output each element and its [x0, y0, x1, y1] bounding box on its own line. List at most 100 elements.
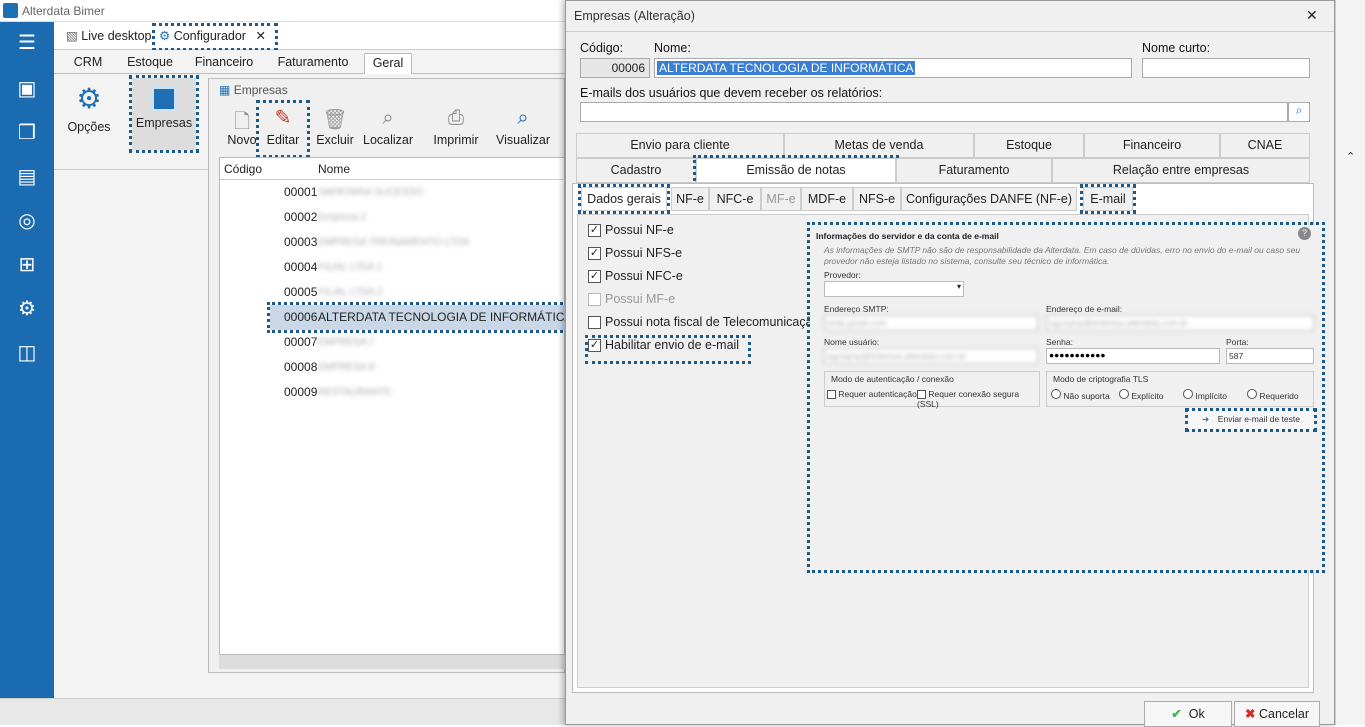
table-row[interactable]: 00002 Empresa 2	[220, 205, 566, 230]
localizar-button[interactable]: ⌕ Localizar	[363, 107, 413, 147]
checked-box-icon: ✓	[588, 339, 601, 353]
tab-faturamento[interactable]: Faturamento	[896, 158, 1052, 183]
visualizar-button[interactable]: ⌕ Visualizar	[495, 107, 551, 147]
apps-icon[interactable]: ◫	[14, 340, 40, 366]
opcoes-button[interactable]: ⚙ Opções	[62, 82, 116, 148]
boxes-icon[interactable]: ❒	[14, 120, 40, 146]
tab-faturamento[interactable]: Faturamento	[268, 53, 358, 74]
tls-nao-suporta[interactable]: Não suporta	[1051, 389, 1110, 401]
tab-crm[interactable]: CRM	[64, 53, 112, 74]
enviar-teste-button[interactable]: ➜ Enviar e-mail de teste	[1185, 408, 1317, 432]
row-code: 00001	[284, 185, 318, 199]
coins-icon[interactable]: ◎	[14, 208, 40, 234]
cancel-button[interactable]: ✖ Cancelar	[1234, 701, 1320, 727]
emails-field[interactable]	[580, 102, 1288, 122]
checkbox-label: Possui NFC-e	[605, 269, 683, 283]
tab-cnae[interactable]: CNAE	[1220, 133, 1310, 158]
editar-button[interactable]: ✎ Editar	[256, 100, 310, 158]
tab-financeiro[interactable]: Financeiro	[190, 53, 258, 74]
nome-field[interactable]: ALTERDATA TECNOLOGIA DE INFORMÁTICA	[654, 58, 1132, 78]
excluir-button[interactable]: 🗑 Excluir	[315, 107, 355, 147]
dialog-close-icon[interactable]: ✕	[1306, 7, 1318, 24]
tls-requerido[interactable]: Requerido	[1247, 389, 1299, 401]
table-row[interactable]: 00008 EMPRESA 8	[220, 355, 566, 380]
tab-emissao-notas[interactable]: Emissão de notas	[693, 155, 899, 186]
checkbox-item[interactable]: ✓ Possui NFC-e	[588, 269, 818, 292]
gear-icon: ⚙	[159, 29, 171, 43]
subtab-nfse[interactable]: NFS-e	[853, 187, 901, 211]
row-name: RESTAURANTE	[318, 387, 392, 398]
subtab-nfce[interactable]: NFC-e	[709, 187, 761, 211]
table-row[interactable]: 00003 EMPRESA TREINAMENTO LTDA	[220, 230, 566, 255]
emails-label: E-mails dos usuários que devem receber o…	[580, 86, 883, 100]
tab-cadastro[interactable]: Cadastro	[576, 158, 696, 183]
smtp-field[interactable]: smtp.gmail.com	[824, 315, 1038, 331]
auth-requer-autenticacao[interactable]: Requer autenticação	[827, 389, 917, 400]
email-field[interactable]: sgyoqmp@tintemas.alterdata.com.br	[1046, 315, 1314, 331]
menu-icon[interactable]: ☰	[14, 30, 40, 56]
ok-button[interactable]: ✔ Ok	[1144, 701, 1232, 727]
tab-estoque[interactable]: Estoque	[120, 53, 180, 74]
settings-icon[interactable]: ⚙	[14, 296, 40, 322]
table-row[interactable]: 00009 RESTAURANTE	[220, 380, 566, 405]
subtab-mdfe[interactable]: MDF-e	[801, 187, 853, 211]
checkbox-item[interactable]: ✓ Habilitar envio de e-mail	[585, 335, 751, 364]
tab-envio-cliente[interactable]: Envio para cliente	[576, 133, 784, 158]
tab-estoque[interactable]: Estoque	[974, 133, 1084, 158]
imprimir-button[interactable]: ⎙ Imprimir	[431, 107, 481, 147]
subtab-nfe[interactable]: NF-e	[671, 187, 709, 211]
tls-implicito[interactable]: Implícito	[1183, 389, 1227, 401]
col-codigo[interactable]: Código	[224, 162, 262, 176]
x-icon: ✖	[1245, 707, 1256, 721]
subtab-dados-gerais[interactable]: Dados gerais	[578, 184, 670, 214]
tab-relacao-empresas[interactable]: Relação entre empresas	[1052, 158, 1310, 183]
usuario-field[interactable]: sgyoqmp@tintemas.alterdata.com.br	[824, 348, 1038, 364]
empresas-button[interactable]: Empresas	[129, 75, 199, 153]
help-icon[interactable]: ?	[1298, 227, 1311, 240]
printer-icon: ⎙	[448, 107, 464, 129]
checkbox-item[interactable]: ✓ Possui NFS-e	[588, 246, 818, 269]
tab-geral[interactable]: Geral	[364, 53, 412, 74]
auth-requer-ssl[interactable]: Requer conexão segura (SSL)	[917, 389, 1039, 409]
auth-group-title: Modo de autenticação / conexão	[831, 374, 954, 384]
provedor-select[interactable]: ▾	[824, 281, 964, 297]
contacts-icon[interactable]: ▣	[14, 76, 40, 102]
tls-explicito[interactable]: Explícito	[1119, 389, 1164, 401]
network-icon[interactable]: ⊞	[14, 252, 40, 278]
status-bar	[0, 698, 565, 725]
checkbox-item[interactable]: ✓ Possui NF-e	[588, 223, 818, 246]
porta-field[interactable]: 587	[1226, 348, 1314, 364]
table-row[interactable]: 00004 FILIAL LTDA 1	[220, 255, 566, 280]
table-row[interactable]: 00006 ALTERDATA TECNOLOGIA DE INFORMÁTICA	[267, 302, 572, 333]
grid-scrollbar[interactable]	[219, 655, 565, 669]
check-icon: ✔	[1171, 707, 1182, 721]
email-panel-title: Informações do servidor e da conta de e-…	[816, 231, 999, 241]
empresas-window: ▦ Empresas 🗋 Novo ✎ Editar 🗑 Excluir ⌕ Local…	[208, 78, 572, 673]
col-nome[interactable]: Nome	[318, 162, 350, 176]
row-name: FILIAL LTDA 2	[318, 287, 383, 298]
finance-doc-icon[interactable]: ▤	[14, 164, 40, 190]
subtab-danfe[interactable]: Configurações DANFE (NF-e)	[901, 187, 1077, 211]
table-row[interactable]: 00005 FILIAL LTDA 2	[220, 280, 566, 305]
search-icon[interactable]: ⌕	[1288, 102, 1310, 122]
table-row[interactable]: 00007 EMPRESA 7	[220, 330, 566, 355]
row-code: 00006	[284, 310, 318, 324]
subtab-email[interactable]: E-mail	[1080, 184, 1136, 214]
ribbon-tabs: CRM Estoque Financeiro Faturamento Geral	[54, 50, 565, 74]
close-icon[interactable]: ✕	[255, 29, 265, 43]
nome-curto-field[interactable]	[1142, 58, 1310, 78]
tab-live-desktop[interactable]: ▧ Live desktop	[62, 26, 154, 48]
dialog-title: Empresas (Alteração)	[574, 9, 695, 23]
tls-group-title: Modo de criptografia TLS	[1053, 374, 1149, 384]
pencil-icon: ✎	[274, 107, 292, 129]
checkbox-item[interactable]: Possui nota fiscal de Telecomunicação	[588, 315, 819, 338]
novo-button[interactable]: 🗋 Novo	[225, 107, 259, 147]
senha-field[interactable]: ●●●●●●●●●●●	[1046, 348, 1220, 364]
email-panel: Informações do servidor e da conta de e-…	[807, 222, 1325, 573]
tab-configurador[interactable]: ⚙ Configurador ✕	[152, 23, 278, 51]
tab-financeiro[interactable]: Financeiro	[1084, 133, 1220, 158]
smtp-note: As informações de SMTP não são de respon…	[824, 245, 1301, 266]
table-row[interactable]: 00001 SAPATARIA SUCESSO	[220, 180, 566, 205]
tab-metas-venda[interactable]: Metas de venda	[784, 133, 974, 158]
chevron-up-icon[interactable]: ⌃	[1346, 150, 1355, 163]
